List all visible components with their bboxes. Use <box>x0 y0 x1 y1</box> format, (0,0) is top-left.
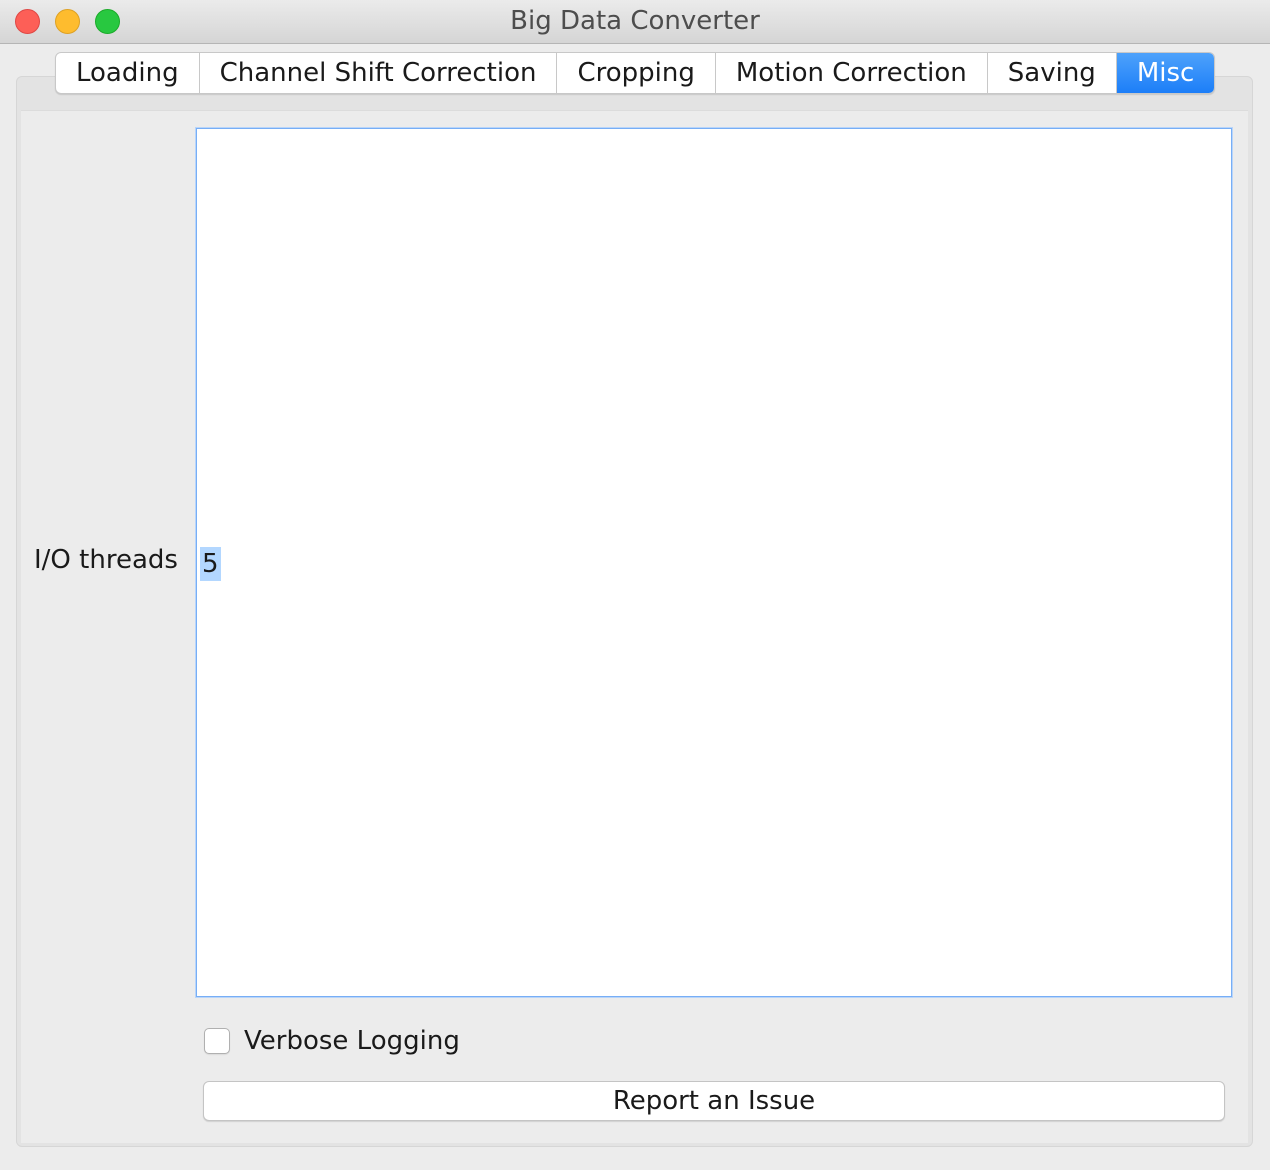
title-bar[interactable]: Big Data Converter <box>0 0 1270 44</box>
app-window: Big Data Converter Loading Channel Shift… <box>0 0 1270 1170</box>
io-threads-value[interactable]: 5 <box>200 547 221 581</box>
tab-misc[interactable]: Misc <box>1116 53 1215 93</box>
tab-loading[interactable]: Loading <box>56 53 200 93</box>
tab-bar: Loading Channel Shift Correction Croppin… <box>55 52 1216 94</box>
verbose-logging-row[interactable]: Verbose Logging <box>204 1024 460 1058</box>
tab-cropping[interactable]: Cropping <box>557 53 716 93</box>
io-threads-field[interactable]: 5 <box>196 128 1232 997</box>
tab-motion-correction[interactable]: Motion Correction <box>716 53 988 93</box>
window-title: Big Data Converter <box>510 6 760 36</box>
verbose-logging-label[interactable]: Verbose Logging <box>244 1026 460 1056</box>
tab-saving[interactable]: Saving <box>988 53 1117 93</box>
verbose-logging-checkbox[interactable] <box>204 1028 230 1054</box>
io-threads-label: I/O threads <box>34 545 178 575</box>
report-issue-button[interactable]: Report an Issue <box>203 1081 1225 1121</box>
tab-channel-shift-correction[interactable]: Channel Shift Correction <box>200 53 558 93</box>
